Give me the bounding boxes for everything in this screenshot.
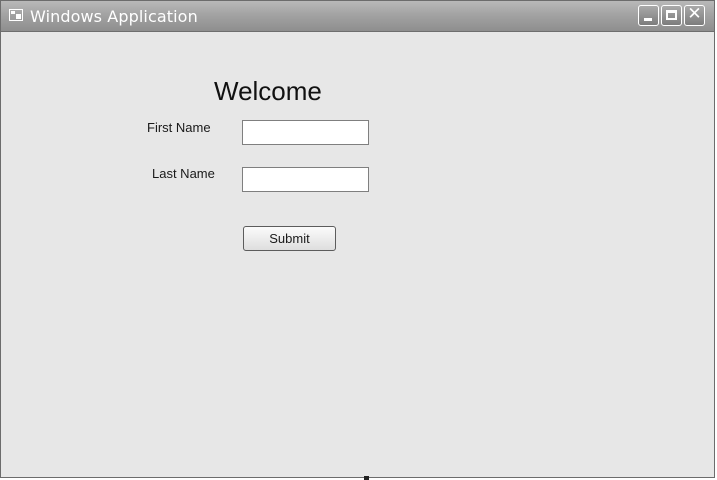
- first-name-label: First Name: [147, 120, 211, 135]
- close-icon: ✕: [687, 4, 702, 24]
- submit-button[interactable]: Submit: [243, 226, 336, 251]
- minimize-button[interactable]: [638, 5, 659, 26]
- welcome-heading: Welcome: [214, 76, 322, 106]
- window-edge-mark: [364, 476, 369, 480]
- last-name-label: Last Name: [152, 166, 215, 181]
- maximize-icon: [666, 10, 677, 20]
- application-window: Windows Application ✕ Welcome First Name…: [0, 0, 715, 478]
- window-title: Windows Application: [30, 7, 198, 26]
- close-button[interactable]: ✕: [684, 5, 705, 26]
- title-bar[interactable]: Windows Application ✕: [1, 1, 714, 32]
- maximize-button[interactable]: [661, 5, 682, 26]
- minimize-icon: [644, 18, 652, 21]
- first-name-input[interactable]: [242, 120, 369, 145]
- app-icon[interactable]: [9, 9, 23, 21]
- form-client-area: Welcome First Name Last Name Submit: [1, 32, 714, 477]
- last-name-input[interactable]: [242, 167, 369, 192]
